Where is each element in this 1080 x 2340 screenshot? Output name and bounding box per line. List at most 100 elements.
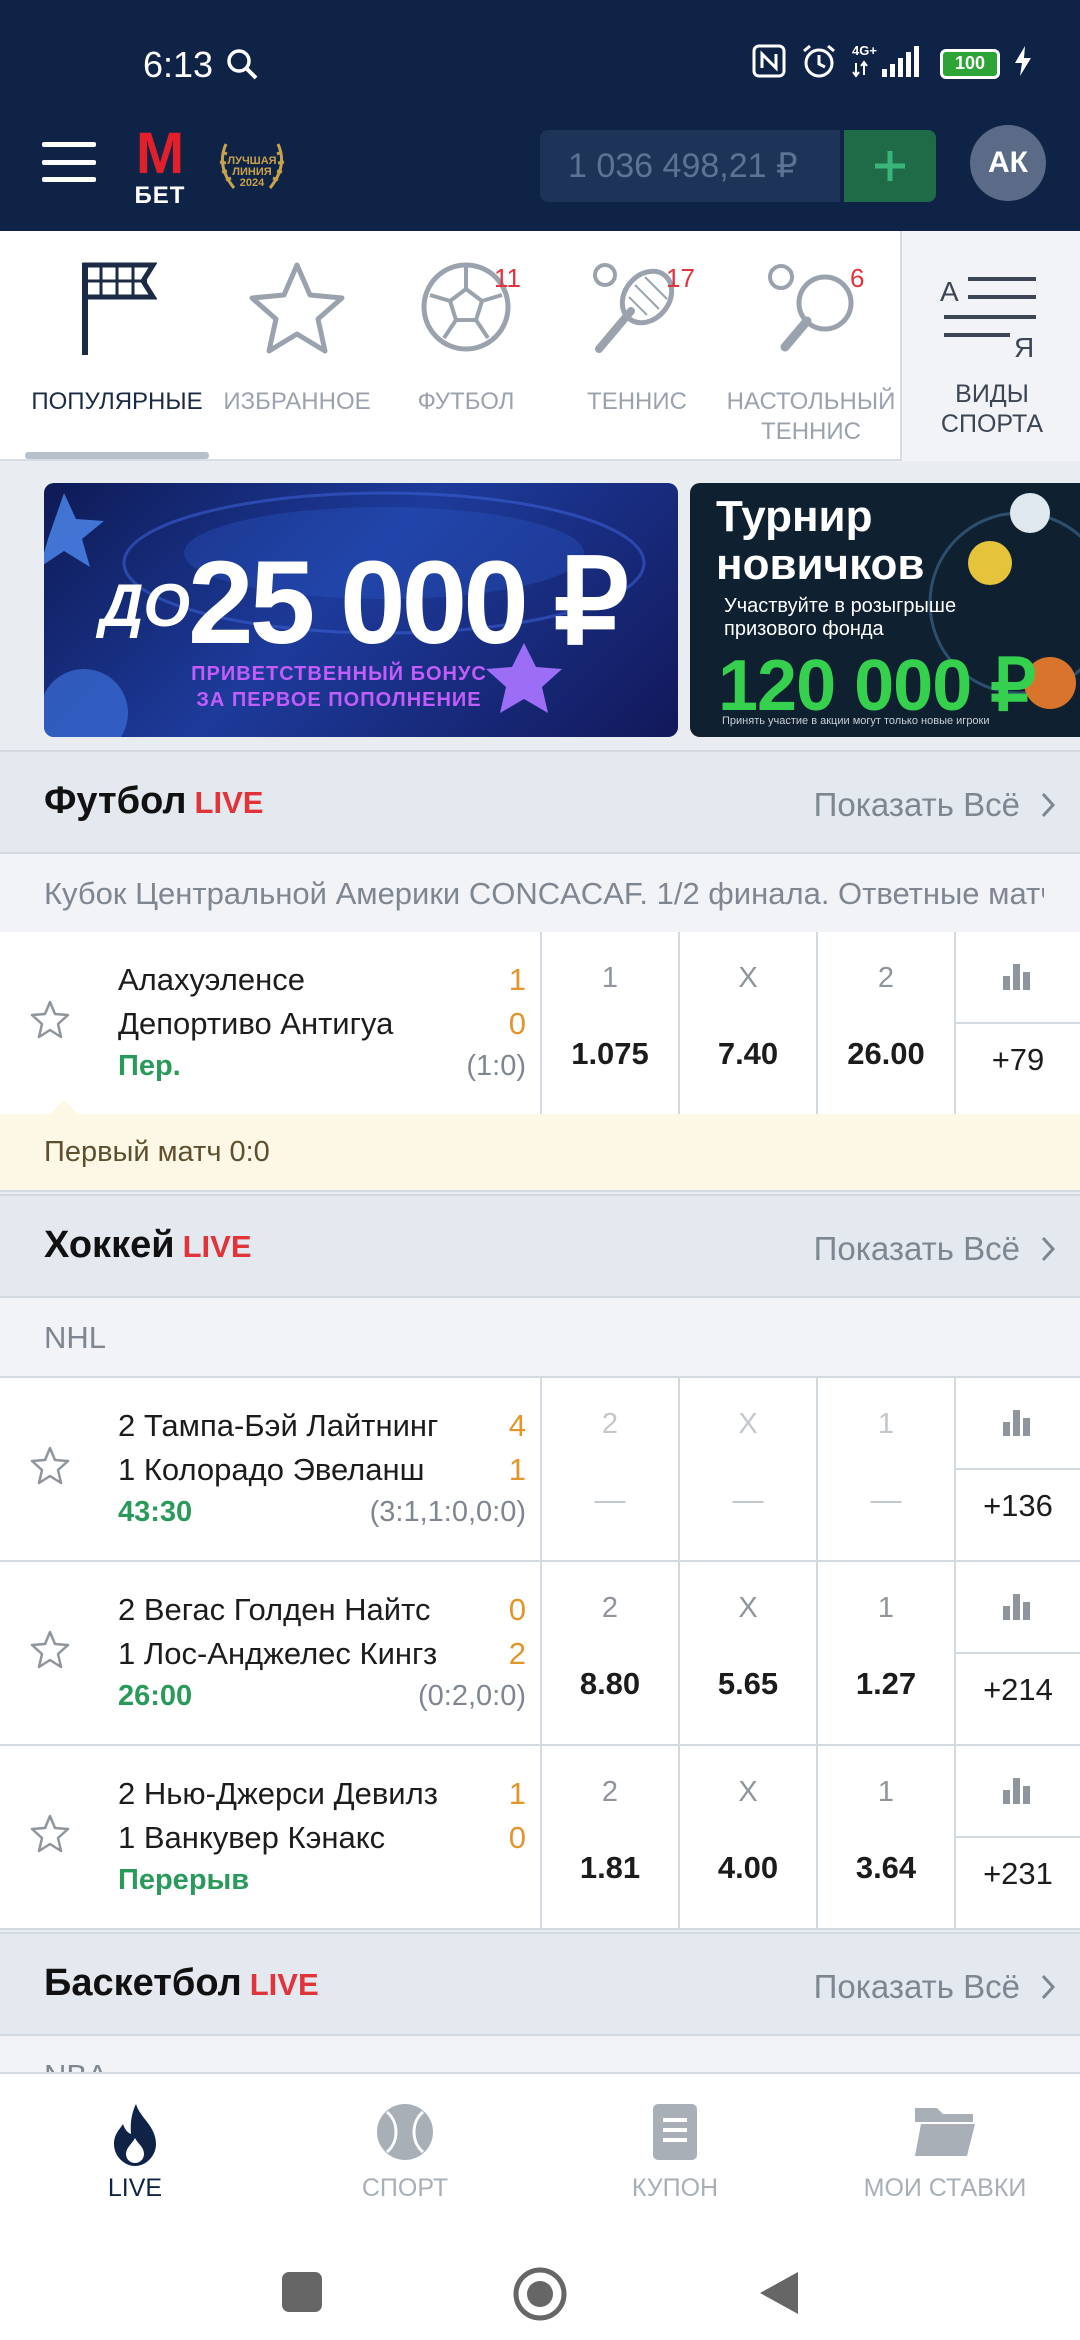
team-home: 2 Вегас Голден Найтс [118, 1592, 431, 1627]
chevron-right-icon [1040, 792, 1056, 823]
odd-value: 8.80 [579, 1666, 641, 1701]
tournament-title-line: Турнир [716, 492, 873, 541]
nav-live[interactable]: LIVE [0, 2074, 270, 2224]
note-text: Первый матч 0:0 [44, 1136, 270, 1168]
nav-label: LIVE [107, 2174, 163, 2202]
show-all-link[interactable]: Показать Всё [814, 1230, 1020, 1268]
more-markets[interactable]: +136 [954, 1378, 1080, 1562]
category-badge: 17 [666, 263, 695, 293]
odd-cell-x[interactable]: X 7.40 [678, 932, 816, 1116]
live-label: LIVE [182, 1229, 252, 1264]
flag-icon [77, 259, 158, 360]
favorite-star-icon[interactable] [28, 1628, 72, 1677]
odd-header: 2 [601, 1592, 619, 1624]
category-table-tennis[interactable]: 6 НАСТОЛЬНЫЙ ТЕННИС [722, 231, 900, 461]
odd-value: — [870, 1482, 902, 1517]
stats-icon[interactable] [956, 1746, 1080, 1838]
odd-header: 1 [877, 1408, 895, 1440]
promo-banners[interactable]: ДО 25 000 ₽ ПРИВЕТСТВЕННЫЙ БОНУС ЗА ПЕРВ… [0, 461, 1080, 751]
avatar[interactable]: АК [970, 125, 1046, 201]
nav-coupon[interactable]: КУПОН [540, 2074, 810, 2224]
more-markets[interactable]: +214 [954, 1562, 1080, 1746]
category-label: НАСТОЛЬНЫЙ ТЕННИС [726, 388, 896, 445]
odd-value: 3.64 [855, 1850, 917, 1885]
league-header[interactable]: Кубок Центральной Америки CONCACAF. 1/2 … [0, 854, 1080, 934]
odd-cell-1[interactable]: 2 1.81 [540, 1746, 678, 1930]
odd-cell-2[interactable]: 2 26.00 [816, 932, 954, 1116]
odd-cell-x[interactable]: X 5.65 [678, 1562, 816, 1746]
league-header[interactable]: NHL [0, 1298, 1080, 1378]
odd-header: X [738, 962, 758, 994]
odd-value: 5.65 [717, 1666, 779, 1701]
match-row[interactable]: 2 Тампа-Бэй Лайтнинг 4 1 Колорадо Эвелан… [0, 1378, 1080, 1562]
stats-icon[interactable] [956, 1378, 1080, 1470]
menu-icon[interactable] [42, 142, 96, 182]
category-favorites[interactable]: ИЗБРАННОЕ [213, 231, 381, 461]
odd-value: 4.00 [717, 1850, 779, 1885]
tournament-text-line: призового фонда [724, 618, 884, 640]
football-section-header[interactable]: Футбол LIVE Показать Всё [0, 750, 1080, 854]
table-tennis-icon [763, 259, 859, 360]
favorite-star-icon[interactable] [28, 1812, 72, 1861]
category-tennis[interactable]: 17 ТЕННИС [566, 231, 708, 461]
category-label: ПОПУЛЯРНЫЕ [31, 388, 203, 415]
section-title-text: Хоккей [44, 1224, 175, 1266]
app-header: M БЕТ ЛУЧШАЯ ЛИНИЯ 2024 1 036 498,21 ₽ А… [0, 120, 1080, 231]
active-tab-indicator [25, 452, 209, 459]
battery-icon: 100 [940, 48, 1000, 79]
show-all-link[interactable]: Показать Всё [814, 1968, 1020, 2006]
score-away: 0 [508, 1006, 526, 1041]
deposit-button[interactable] [844, 130, 936, 202]
odd-cell-1[interactable]: 2 8.80 [540, 1562, 678, 1746]
newbie-tournament-banner[interactable]: Турнир новичков Участвуйте в розыгрыше п… [690, 483, 1080, 737]
bonus-caption-line: ЗА ПЕРВОЕ ПОПОЛНЕНИЕ [196, 689, 482, 711]
svg-text:Я: Я [1014, 332, 1034, 357]
match-row[interactable]: 2 Вегас Голден Найтс 0 1 Лос-Анджелес Ки… [0, 1562, 1080, 1746]
coupon-icon [651, 2102, 699, 2167]
nav-label: КУПОН [631, 2174, 719, 2202]
all-sports-button[interactable]: AЯ ВИДЫ СПОРТА [900, 231, 1080, 461]
nfc-icon [752, 44, 786, 83]
score-away: 1 [508, 1452, 526, 1487]
odd-cell-1[interactable]: 1 1.075 [540, 932, 678, 1116]
nav-sport[interactable]: СПОРТ [270, 2074, 540, 2224]
recent-apps-icon[interactable] [282, 2272, 322, 2317]
show-all-link[interactable]: Показать Всё [814, 786, 1020, 824]
odd-cell-x[interactable]: X 4.00 [678, 1746, 816, 1930]
home-icon[interactable] [512, 2266, 568, 2327]
stats-icon[interactable] [956, 932, 1080, 1024]
folder-icon [913, 2102, 977, 2163]
basketball-section-header[interactable]: Баскетбол LIVE Показать Всё [0, 1932, 1080, 2036]
match-detail: (0:2,0:0) [418, 1680, 526, 1712]
match-detail: (3:1,1:0,0:0) [369, 1496, 526, 1528]
category-popular[interactable]: ПОПУЛЯРНЫЕ [25, 231, 209, 461]
match-row[interactable]: Алахуэленсе 1 Депортиво Антигуа 0 Пер. (… [0, 932, 1080, 1116]
odd-cell-1: 2— [540, 1378, 678, 1562]
welcome-bonus-banner[interactable]: ДО 25 000 ₽ ПРИВЕТСТВЕННЫЙ БОНУС ЗА ПЕРВ… [44, 483, 678, 737]
odd-header: 1 [877, 1592, 895, 1624]
team-away: 1 Ванкувер Кэнакс [118, 1820, 386, 1855]
tournament-title: Турнир новичков [716, 493, 924, 589]
nav-my-bets[interactable]: МОИ СТАВКИ [810, 2074, 1080, 2224]
match-row[interactable]: 2 Нью-Джерси Девилз 1 1 Ванкувер Кэнакс … [0, 1746, 1080, 1930]
more-markets[interactable]: +231 [954, 1746, 1080, 1930]
category-football[interactable]: 11 ФУТБОЛ [394, 231, 538, 461]
tournament-text: Участвуйте в розыгрыше призового фонда [724, 595, 1024, 641]
fire-icon [110, 2102, 160, 2173]
hockey-section-header[interactable]: Хоккей LIVE Показать Всё [0, 1194, 1080, 1298]
bonus-amount: 25 000 ₽ [188, 537, 629, 669]
more-markets-count: +214 [983, 1672, 1053, 1707]
stats-icon[interactable] [956, 1562, 1080, 1654]
award-badge: ЛУЧШАЯ ЛИНИЯ 2024 [212, 130, 292, 200]
match-detail: (1:0) [466, 1050, 526, 1082]
favorite-star-icon[interactable] [28, 998, 72, 1047]
logo-bet: БЕТ [134, 182, 186, 209]
odd-cell-2[interactable]: 1 1.27 [816, 1562, 954, 1746]
balance-display[interactable]: 1 036 498,21 ₽ [540, 130, 840, 202]
back-icon[interactable] [758, 2270, 800, 2321]
favorite-star-icon[interactable] [28, 1444, 72, 1493]
odd-cell-2[interactable]: 1 3.64 [816, 1746, 954, 1930]
signal-icon: 4G+ [852, 43, 926, 84]
more-markets[interactable]: +79 [954, 932, 1080, 1116]
award-text: ЛУЧШАЯ ЛИНИЯ 2024 [227, 155, 277, 189]
